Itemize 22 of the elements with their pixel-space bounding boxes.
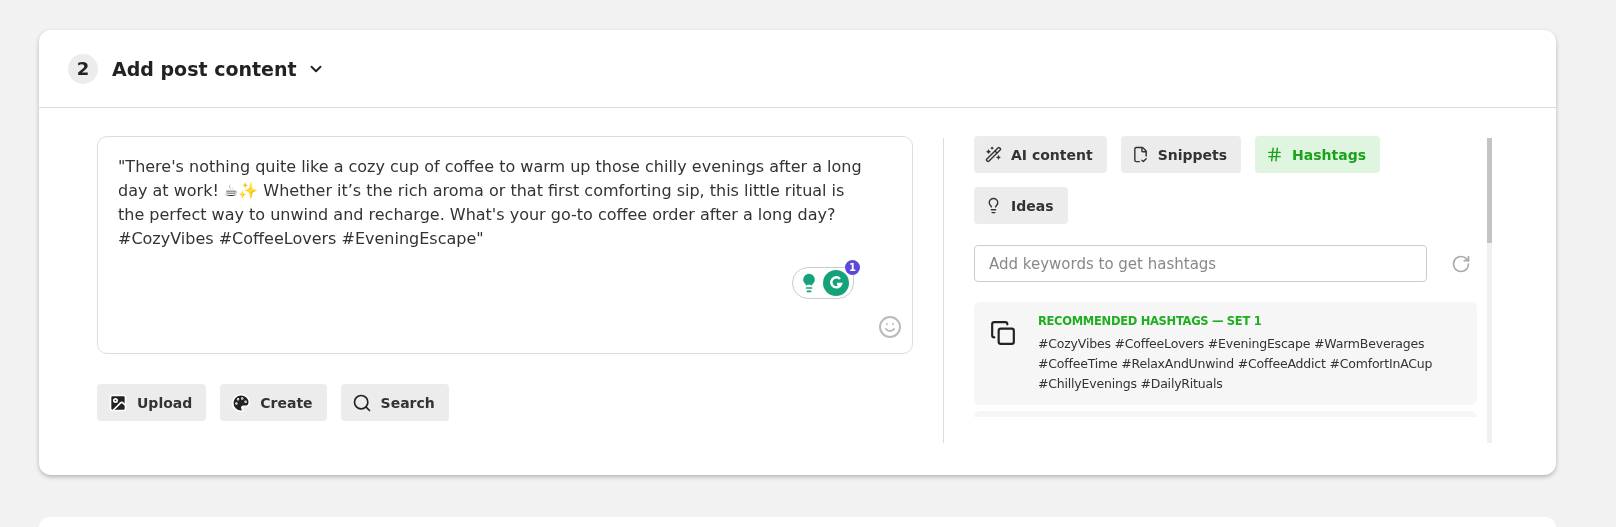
grammarly-icon (823, 270, 849, 296)
search-icon (351, 392, 372, 413)
document-check-icon (1131, 146, 1149, 163)
hashtag-set-title: RECOMMENDED HASHTAGS — SET 1 (1038, 314, 1263, 328)
step-number: 2 (68, 53, 98, 84)
section-title: Add post content (112, 57, 297, 80)
palette-icon (231, 392, 252, 413)
hash-icon (1266, 146, 1284, 163)
image-icon (108, 392, 128, 413)
search-button[interactable]: Search (340, 384, 449, 421)
keyword-field[interactable]: Add keywords to get hashtags (974, 245, 1427, 282)
magic-wand-icon (985, 146, 1002, 163)
create-button[interactable]: Create (220, 384, 327, 421)
post-text-field[interactable] (97, 136, 913, 354)
tool-tab[interactable]: Ideas (974, 187, 1068, 224)
tool-tab[interactable]: AI content (974, 136, 1107, 173)
post-text: "There's nothing quite like a cozy cup of coffee to warm up those chilly evenings after a long day at work! ☕✨ Whether it’s the rich aroma or that first comforting sip, this little ritual is the perfect way to unwind and recharge. What's your go-to coffee order after a long day? #CozyVibes #CoffeeLovers #EveningEscape" (118, 156, 862, 250)
tool-tab[interactable]: Snippets (1120, 136, 1242, 173)
copy-icon[interactable] (990, 320, 1016, 346)
hashtag-list: #CozyVibes #CoffeeLovers #EveningEscape #WarmBeverages #CoffeeTime #RelaxAndUnwind #CoffeeAddict #ComfortInACup #ChillyEvenings #DailyRituals (1038, 334, 1461, 394)
upload-button[interactable]: Upload (97, 384, 207, 421)
notification-badge: 1 (845, 260, 860, 275)
